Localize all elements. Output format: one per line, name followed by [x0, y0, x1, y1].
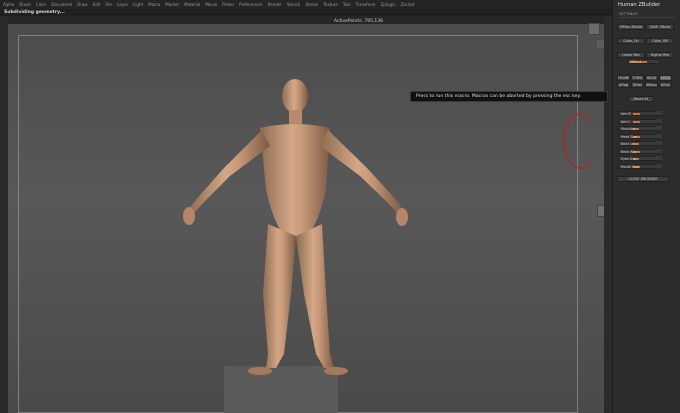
status-bar: Subdividing geometry...	[0, 9, 612, 16]
menu-item[interactable]: Transform	[356, 0, 376, 9]
figure-leg-right	[296, 224, 334, 368]
slider-fill	[633, 113, 640, 115]
slider-toggle[interactable]	[656, 118, 662, 123]
menu-item[interactable]: Color	[36, 0, 46, 9]
slider-toggle[interactable]	[656, 111, 662, 115]
menu-item[interactable]: File	[105, 0, 112, 9]
head-tab[interactable]: HEAD	[645, 75, 658, 81]
error-zbuild-button[interactable]: ERRor ZBuild	[617, 24, 645, 30]
figure-leg-left	[263, 224, 296, 368]
slider-toggle[interactable]	[656, 156, 662, 160]
viewport-corner-button[interactable]	[588, 23, 600, 35]
slider-label: Shoulder	[621, 127, 636, 131]
morph-slider[interactable]: Mouth Size	[618, 163, 660, 169]
slider-label: Neck Len	[621, 142, 636, 146]
status-text: Subdividing geometry...	[4, 10, 65, 15]
slider-toggle[interactable]	[656, 163, 662, 168]
brusu-button[interactable]: BRusu	[645, 82, 658, 88]
menu-item[interactable]: Texture	[323, 0, 338, 9]
slider-label: Mouth Size	[621, 164, 639, 169]
figure-foot-left	[248, 367, 272, 375]
menu-item[interactable]: Draw	[77, 0, 87, 9]
menu-item[interactable]: Stroke	[305, 0, 318, 9]
panel-subtitle: SETTINGS	[619, 11, 675, 18]
menu-item[interactable]: Macro	[148, 0, 160, 9]
menu-item[interactable]: Render	[268, 0, 282, 9]
menu-item[interactable]: Zplugin	[381, 0, 396, 9]
menu-item[interactable]: Movie	[205, 0, 217, 9]
morph-slider[interactable]: Neck Len	[618, 141, 660, 146]
left-shelf	[0, 16, 8, 413]
color-on-button[interactable]: Color_On	[617, 38, 645, 44]
right-shelf	[604, 16, 612, 413]
slider-label: Arm R	[621, 112, 631, 116]
figure-foot-right	[324, 367, 348, 375]
menu-item[interactable]: Picker	[222, 0, 234, 9]
morph-slider[interactable]: Neck Wid	[618, 148, 660, 154]
save-zbuild-button[interactable]: SAVE ZBuild	[646, 24, 674, 30]
morph-slider[interactable]: Head Size	[618, 133, 660, 139]
legs-tab[interactable]: LEGS	[659, 75, 672, 81]
menu-bar: Alpha Brush Color Document Draw Edit File Layer…	[0, 0, 612, 9]
slider-label: Eyes Size	[621, 157, 637, 161]
aflag-button[interactable]: AFlag	[617, 82, 630, 88]
menu-item[interactable]: Alpha	[3, 0, 14, 9]
figure-arm-right	[320, 130, 403, 213]
slider-label: Arm L	[621, 119, 631, 124]
figure-tab[interactable]: FIGURE	[617, 75, 630, 81]
slider-toggle[interactable]	[656, 141, 662, 145]
menu-item[interactable]: Layer	[117, 0, 128, 9]
bflat-button[interactable]: BFlat	[631, 82, 644, 88]
figure-arm-left	[189, 130, 270, 212]
slider-toggle[interactable]	[656, 133, 662, 138]
close-zbuilder-button[interactable]: CLOSE ZBUILDER	[617, 176, 669, 182]
morph-slider[interactable]: Eyes Size	[618, 156, 660, 161]
morph-slider[interactable]: Arm R	[618, 111, 660, 116]
sdiv-label: SDiv 4	[631, 60, 642, 64]
figure-head	[282, 79, 308, 113]
slider-label: Head Size	[621, 134, 637, 139]
torso-tab[interactable]: TORSO	[631, 75, 644, 81]
lower-res-button[interactable]: Lower Res	[617, 52, 645, 58]
reset-all-button[interactable]: _Reset All_	[628, 96, 654, 102]
slider-toggle[interactable]	[656, 126, 662, 130]
morph-slider[interactable]: Arm L	[618, 118, 660, 124]
menu-item[interactable]: Stencil	[287, 0, 301, 9]
menu-item[interactable]: Material	[184, 0, 200, 9]
color-off-button[interactable]: Color_Off	[646, 38, 674, 44]
bflat2-button[interactable]: BFlat	[659, 82, 672, 88]
figure-torso	[260, 124, 330, 236]
menu-item[interactable]: Light	[133, 0, 143, 9]
menu-item[interactable]: Preferences	[239, 0, 263, 9]
rotation-gizmo[interactable]	[563, 113, 597, 169]
morph-slider[interactable]: Shoulder	[618, 126, 660, 131]
slider-toggle[interactable]	[656, 148, 662, 153]
menu-item[interactable]: Edit	[93, 0, 101, 9]
menu-item[interactable]: Brush	[19, 0, 31, 9]
sdiv-slider[interactable]: SDiv 4	[628, 59, 660, 64]
canvas-viewport[interactable]	[8, 24, 604, 413]
figure-neck	[289, 110, 302, 124]
figure-hand-left	[183, 207, 195, 225]
menu-item[interactable]: Marker	[165, 0, 179, 9]
menu-item[interactable]: Zscript	[401, 0, 415, 9]
menu-item[interactable]: Tool	[343, 0, 351, 9]
menu-item[interactable]: Document	[51, 0, 72, 9]
higher-res-button[interactable]: Higher Res	[646, 52, 674, 58]
slider-fill	[633, 120, 640, 123]
figure-hand-right	[396, 208, 408, 226]
macro-tooltip: Press to run this macro. Macros can be a…	[410, 91, 608, 102]
slider-label: Neck Wid	[621, 149, 636, 154]
panel-title: Human ZBuilder	[618, 2, 661, 8]
human-figure-model[interactable]	[8, 24, 604, 413]
